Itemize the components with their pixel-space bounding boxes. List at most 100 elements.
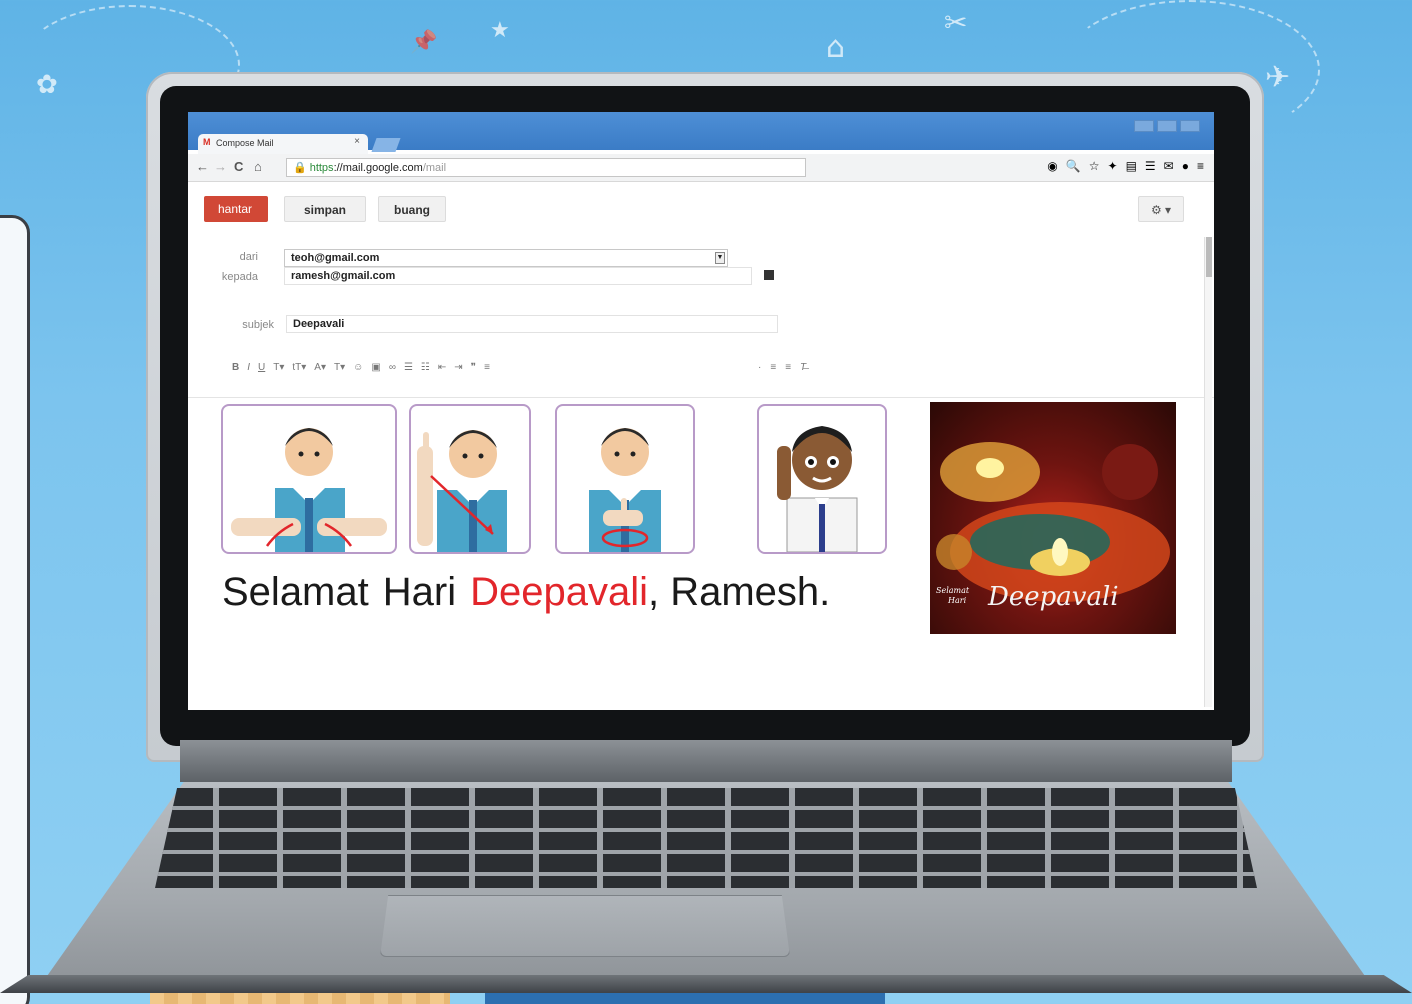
to-value: ramesh@gmail.com — [291, 270, 396, 282]
message-word-ramesh: , Ramesh. — [647, 570, 831, 614]
new-tab-button[interactable] — [371, 138, 401, 152]
zoom-icon[interactable]: 🔍 — [1066, 159, 1081, 173]
card-text-deepavali: Deepavali — [988, 582, 1119, 612]
subject-label: subjek — [242, 319, 274, 331]
ramesh-image — [777, 426, 858, 553]
address-bar: ← → C ⌂ 🔒 https://mail.google.com/mail ◉ … — [188, 154, 1214, 182]
font-size-icon[interactable]: tT▾ — [292, 362, 306, 373]
align-right-icon[interactable]: ≡ — [785, 362, 791, 373]
message-word-selamat: Selamat — [222, 570, 369, 614]
reload-icon[interactable]: C — [234, 159, 243, 174]
paper-plane-icon: ✈ — [1265, 60, 1291, 95]
from-value: teoh@gmail.com — [291, 252, 380, 264]
message-text: Selamat Hari Deepavali, Ramesh. — [222, 570, 830, 615]
link-icon[interactable]: ∞ — [389, 362, 396, 373]
quote-icon[interactable]: ❞ — [471, 362, 476, 373]
extension-icon[interactable]: ● — [1182, 159, 1189, 173]
to-field[interactable]: ramesh@gmail.com — [284, 267, 752, 285]
minimize-button[interactable] — [1134, 120, 1154, 132]
bullet-list-icon[interactable]: ☷ — [421, 362, 430, 373]
url-field[interactable]: 🔒 https://mail.google.com/mail — [286, 158, 806, 177]
url-path: /mail — [422, 162, 447, 174]
underline-icon[interactable]: U — [258, 362, 265, 373]
card-text-selamat: Selamat — [936, 586, 970, 595]
italic-icon[interactable]: I — [247, 362, 250, 373]
laptop-front-edge — [0, 975, 1412, 993]
folder-edge — [0, 215, 30, 1004]
sign-deepavali-image — [589, 428, 661, 552]
clear-format-icon[interactable]: T̶ — [800, 362, 806, 373]
house-icon: ⌂ — [826, 30, 846, 65]
forward-arrow-icon[interactable]: → — [214, 159, 227, 174]
laptop-touchpad — [380, 895, 790, 957]
align-icon[interactable]: ≡ — [484, 362, 490, 373]
compose-toolbar: hantar simpan buang ⚙ ▾ — [188, 190, 1214, 230]
laptop-screen: M Compose Mail × ← → C ⌂ 🔒 https://mail.g… — [188, 112, 1214, 710]
maximize-button[interactable] — [1157, 120, 1177, 132]
message-word-hari: Hari — [382, 570, 457, 614]
align-left-icon[interactable]: ≡ — [770, 362, 776, 373]
gmail-icon: M — [203, 137, 211, 147]
ramesh-card — [757, 404, 887, 554]
contacts-icon[interactable] — [764, 270, 774, 280]
dot-icon: · — [758, 362, 762, 373]
deepavali-greeting-image: Selamat Hari Deepavali — [930, 402, 1176, 634]
message-word-deepavali: Deepavali — [470, 570, 648, 614]
menu-icon[interactable]: ≡ — [1197, 159, 1204, 173]
extension-icon[interactable]: ▤ — [1126, 159, 1137, 173]
sign-selamat-card — [221, 404, 397, 554]
bold-icon[interactable]: B — [232, 362, 239, 373]
url-scheme: https — [309, 162, 334, 174]
flower-icon: ✿ — [36, 70, 58, 100]
chevron-down-icon[interactable]: ▼ — [715, 252, 725, 264]
back-arrow-icon[interactable]: ← — [196, 159, 209, 174]
bookmark-star-icon[interactable]: ☆ — [1089, 159, 1100, 173]
formatting-toolbar-right: · ≡ ≡ T̶ — [758, 362, 806, 373]
to-label: kepada — [221, 271, 258, 283]
scroll-thumb[interactable] — [1206, 237, 1212, 277]
indent-more-icon[interactable]: ⇥ — [454, 362, 462, 373]
save-button[interactable]: simpan — [284, 196, 366, 222]
subject-field[interactable]: Deepavali — [286, 315, 778, 333]
window-controls — [1134, 120, 1200, 132]
url-host: ://mail.google.com — [333, 162, 423, 174]
sign-hari-image — [417, 430, 507, 552]
close-window-button[interactable] — [1180, 120, 1200, 132]
tab-compose-mail[interactable]: M Compose Mail × — [198, 134, 368, 154]
emoji-icon[interactable]: ☺ — [353, 362, 363, 373]
formatting-toolbar: B I U T▾ tT▾ A▾ T▾ ☺ ▣ ∞ ☰ ☷ ⇤ ⇥ ❞ ≡ — [232, 362, 490, 373]
font-icon[interactable]: T▾ — [273, 362, 284, 373]
lock-icon: 🔒 — [293, 162, 307, 174]
eye-icon[interactable]: ◉ — [1047, 159, 1057, 173]
text-color-icon[interactable]: A▾ — [314, 362, 326, 373]
star-icon: ★ — [490, 18, 510, 43]
numbered-list-icon[interactable]: ☰ — [404, 362, 413, 373]
browser-tab-bar: M Compose Mail × — [188, 112, 1214, 154]
extension-icon[interactable]: ✉ — [1164, 159, 1174, 173]
highlight-icon[interactable]: T▾ — [334, 362, 345, 373]
sign-selamat-image — [231, 428, 387, 552]
laptop-hinge — [180, 740, 1232, 782]
pin-icon: 📌 — [410, 30, 438, 55]
discard-button[interactable]: buang — [378, 196, 446, 222]
home-icon[interactable]: ⌂ — [254, 159, 262, 174]
message-body[interactable]: Selamat Hari Deepavali, Ramesh. Selamat Ha… — [188, 397, 1214, 710]
from-select[interactable]: teoh@gmail.com ▼ — [284, 249, 728, 267]
desk-strip — [485, 992, 885, 1004]
extension-icon[interactable]: ☰ — [1145, 159, 1156, 173]
scrollbar[interactable] — [1204, 237, 1212, 707]
subject-value: Deepavali — [293, 318, 345, 330]
from-label: dari — [239, 251, 258, 263]
card-text-hari: Hari — [948, 596, 967, 605]
settings-button[interactable]: ⚙ ▾ — [1138, 196, 1184, 222]
image-icon[interactable]: ▣ — [371, 362, 380, 373]
extension-icon[interactable]: ✦ — [1108, 159, 1118, 173]
tab-close-icon[interactable]: × — [354, 136, 360, 147]
keyboard-rows — [155, 788, 1257, 888]
scissors-icon: ✂ — [944, 6, 968, 39]
tab-title: Compose Mail — [216, 138, 274, 148]
sign-hari-card — [409, 404, 531, 554]
sign-deepavali-card — [555, 404, 695, 554]
indent-less-icon[interactable]: ⇤ — [438, 362, 446, 373]
send-button[interactable]: hantar — [204, 196, 268, 222]
